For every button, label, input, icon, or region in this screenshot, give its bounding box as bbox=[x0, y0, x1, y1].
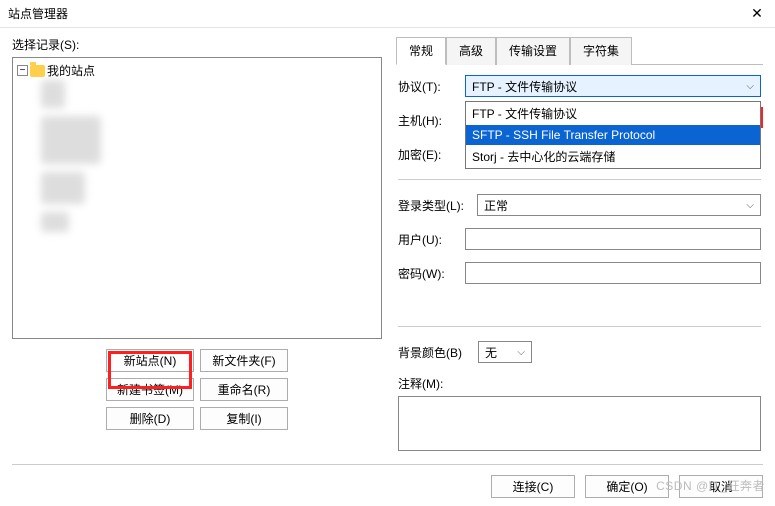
titlebar: 站点管理器 ✕ bbox=[0, 0, 775, 28]
blurred-sites bbox=[41, 80, 101, 232]
password-label: 密码(W): bbox=[398, 265, 461, 282]
separator bbox=[398, 179, 761, 180]
comment-textarea[interactable] bbox=[398, 396, 761, 451]
chevron-down-icon: ⌵ bbox=[517, 347, 525, 358]
collapse-icon[interactable]: − bbox=[17, 65, 28, 76]
dialog-footer: 连接(C) 确定(O) 取消 bbox=[12, 464, 763, 498]
user-input[interactable] bbox=[465, 228, 761, 250]
window-title: 站点管理器 bbox=[8, 5, 747, 22]
login-type-select[interactable]: 正常 ⌵ bbox=[477, 194, 761, 216]
tab-bar: 常规 高级 传输设置 字符集 bbox=[396, 36, 763, 65]
copy-button[interactable]: 复制(I) bbox=[200, 407, 288, 430]
connect-button[interactable]: 连接(C) bbox=[491, 475, 575, 498]
bgcolor-label: 背景颜色(B) bbox=[398, 344, 474, 361]
password-input[interactable] bbox=[465, 262, 761, 284]
tab-general[interactable]: 常规 bbox=[396, 37, 446, 65]
protocol-dropdown[interactable]: FTP - 文件传输协议 SFTP - SSH File Transfer Pr… bbox=[465, 101, 761, 169]
protocol-label: 协议(T): bbox=[398, 78, 461, 95]
bgcolor-value: 无 bbox=[485, 344, 497, 361]
separator bbox=[398, 326, 761, 327]
tree-root[interactable]: − 我的站点 bbox=[17, 62, 377, 79]
new-site-button[interactable]: 新站点(N) bbox=[106, 349, 194, 372]
ok-button[interactable]: 确定(O) bbox=[585, 475, 669, 498]
cancel-button[interactable]: 取消 bbox=[679, 475, 763, 498]
dropdown-item[interactable]: SFTP - SSH File Transfer Protocol bbox=[466, 125, 760, 145]
dropdown-item[interactable]: FTP - 文件传输协议 bbox=[466, 102, 760, 125]
chevron-down-icon: ⌵ bbox=[746, 200, 754, 211]
bgcolor-select[interactable]: 无 ⌵ bbox=[478, 341, 532, 363]
protocol-select[interactable]: FTP - 文件传输协议 ⌵ bbox=[465, 75, 761, 97]
chevron-down-icon: ⌵ bbox=[746, 81, 754, 92]
comment-label: 注释(M): bbox=[398, 375, 461, 392]
select-record-label: 选择记录(S): bbox=[12, 36, 382, 53]
rename-button[interactable]: 重命名(R) bbox=[200, 378, 288, 401]
login-type-value: 正常 bbox=[484, 197, 508, 214]
new-bookmark-button[interactable]: 新建书签(M) bbox=[106, 378, 194, 401]
protocol-value: FTP - 文件传输协议 bbox=[472, 78, 577, 95]
new-folder-button[interactable]: 新文件夹(F) bbox=[200, 349, 288, 372]
tab-transfer[interactable]: 传输设置 bbox=[496, 37, 570, 65]
tree-root-label: 我的站点 bbox=[47, 62, 95, 79]
tab-charset[interactable]: 字符集 bbox=[570, 37, 632, 65]
host-label: 主机(H): bbox=[398, 112, 461, 129]
user-label: 用户(U): bbox=[398, 231, 461, 248]
close-icon[interactable]: ✕ bbox=[747, 5, 767, 22]
encrypt-label: 加密(E): bbox=[398, 146, 461, 163]
delete-button[interactable]: 删除(D) bbox=[106, 407, 194, 430]
folder-icon bbox=[30, 65, 45, 77]
site-tree[interactable]: − 我的站点 bbox=[12, 57, 382, 339]
login-type-label: 登录类型(L): bbox=[398, 197, 473, 214]
tab-advanced[interactable]: 高级 bbox=[446, 37, 496, 65]
dropdown-item[interactable]: Storj - 去中心化的云端存储 bbox=[466, 145, 760, 168]
